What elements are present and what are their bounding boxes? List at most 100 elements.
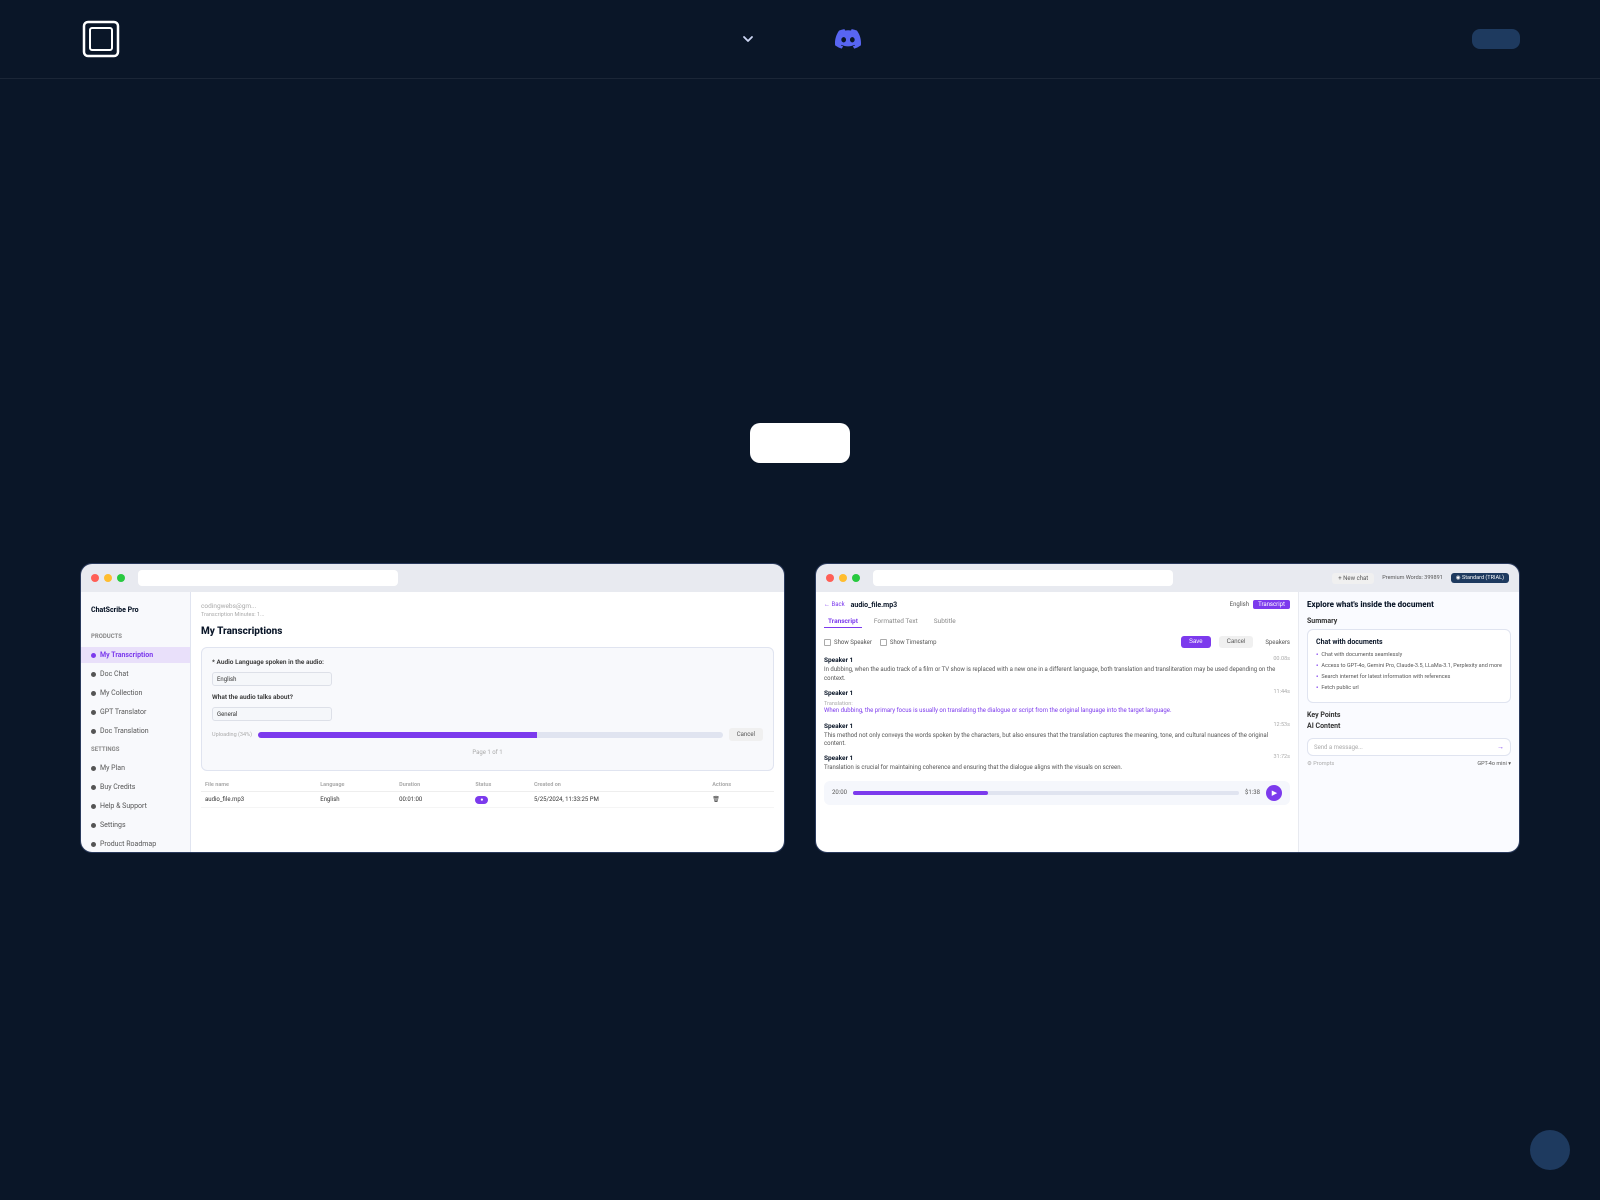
sim-topic-q: What the audio talks about? bbox=[212, 693, 763, 701]
sim-nav-settings: Settings bbox=[81, 817, 190, 833]
table-row: audio_file.mp3 English 00:01:00 ● 5/25/2… bbox=[201, 792, 774, 808]
hero-content bbox=[0, 79, 1600, 523]
discord-icon bbox=[835, 29, 861, 49]
min-dot bbox=[104, 574, 112, 582]
max-dot-2 bbox=[852, 574, 860, 582]
sim-chat-item-2: • Access to GPT-4o, Gemini Pro, Claude-3… bbox=[1316, 661, 1502, 672]
nav-discord[interactable] bbox=[835, 29, 869, 49]
sim-file-header: ← Back audio_file.mp3 English Transcript bbox=[824, 600, 1290, 609]
sim-speaker-text-4: Translation is crucial for maintaining c… bbox=[824, 764, 1290, 772]
sim-nav-plan: My Plan bbox=[81, 760, 190, 776]
sim-nav-roadmap: Product Roadmap bbox=[81, 836, 190, 852]
sim-upload-progress: Uploading (34%) Cancel bbox=[212, 728, 763, 741]
sim-key-points-label: Key Points bbox=[1307, 711, 1511, 719]
sim-play-btn: ▶ bbox=[1266, 785, 1282, 801]
screenshot-card-1: ChatScribe Pro Products My Transcription… bbox=[80, 563, 785, 871]
sim-chat-item-3: • Search internet for latest information… bbox=[1316, 672, 1502, 683]
sim-prompts-label: ⚙ Prompts bbox=[1307, 761, 1334, 767]
sim-nav-docchat: Doc Chat bbox=[81, 666, 190, 682]
sim-trans-right: Explore what's inside the document Summa… bbox=[1299, 592, 1519, 852]
hero-title bbox=[200, 159, 1400, 378]
nav-links bbox=[696, 29, 909, 49]
sim-model-select: GPT-4o mini ▾ bbox=[1477, 761, 1511, 767]
sim-ai-content-label: AI Content bbox=[1307, 722, 1511, 730]
sim-td-status: ● bbox=[471, 792, 530, 808]
logo-link[interactable] bbox=[80, 18, 132, 60]
max-dot bbox=[117, 574, 125, 582]
sim-td-filename: audio_file.mp3 bbox=[201, 792, 316, 808]
sim-td-language: English bbox=[316, 792, 395, 808]
sim-nav-gpt: GPT Translator bbox=[81, 704, 190, 720]
screenshots-grid: ChatScribe Pro Products My Transcription… bbox=[80, 563, 1520, 871]
sim-transcriptions-table: File name Language Duration Status Creat… bbox=[201, 779, 774, 808]
sim-model-name: GPT-4o mini ▾ bbox=[1477, 761, 1511, 767]
close-dot-2 bbox=[826, 574, 834, 582]
cta-button[interactable] bbox=[750, 423, 850, 463]
sim-tab-subtitle: Subtitle bbox=[930, 615, 960, 628]
sim-upload-form: * Audio Language spoken in the audio: En… bbox=[201, 647, 774, 771]
sim-nav-credits: Buy Credits bbox=[81, 779, 190, 795]
sim-col-status: Status bbox=[471, 779, 530, 792]
sim-chat-with-docs: Chat with documents bbox=[1316, 638, 1502, 646]
browser-bar-2: + New chat Premium Words: 399891 ◉ Stand… bbox=[816, 564, 1519, 592]
sim-filename-header: audio_file.mp3 bbox=[851, 601, 897, 609]
sim-transcript-tab-active: Transcript bbox=[1253, 600, 1290, 609]
sim-col-language: Language bbox=[316, 779, 395, 792]
sim-show-speaker: Show Speaker bbox=[824, 639, 872, 646]
navbar bbox=[0, 0, 1600, 79]
min-dot-2 bbox=[839, 574, 847, 582]
screenshot-frame-1: ChatScribe Pro Products My Transcription… bbox=[80, 563, 785, 853]
sim-sidebar-1: ChatScribe Pro Products My Transcription… bbox=[81, 592, 191, 852]
sim-time-total: $1:38 bbox=[1245, 789, 1260, 796]
sim-transcription-layout: ← Back audio_file.mp3 English Transcript… bbox=[816, 592, 1519, 852]
sim-controls-row: Show Speaker Show Timestamp Save Cancel … bbox=[824, 636, 1290, 648]
sim-page-indicator: Page 1 of 1 bbox=[212, 749, 763, 756]
signin-button[interactable] bbox=[1472, 29, 1520, 49]
sim-time-current: 20:00 bbox=[832, 789, 847, 796]
screenshot-card-2: + New chat Premium Words: 399891 ◉ Stand… bbox=[815, 563, 1520, 871]
sim-speaker-block-2: Speaker 1 11:44s Translation: When dubbi… bbox=[824, 689, 1290, 715]
sim-td-duration: 00:01:00 bbox=[395, 792, 471, 808]
sim-topic-form: General bbox=[212, 707, 763, 721]
sim-trans-left: ← Back audio_file.mp3 English Transcript… bbox=[816, 592, 1299, 852]
sim-lang-form: English bbox=[212, 672, 763, 686]
sim-td-actions: 🗑 bbox=[708, 792, 774, 808]
nav-features[interactable] bbox=[736, 32, 755, 46]
sim-panel-title: Explore what's inside the document bbox=[1307, 600, 1511, 609]
sim-col-created: Created on bbox=[530, 779, 708, 792]
sim-new-chat-btn: + New chat bbox=[1332, 573, 1374, 584]
sim-speaker-header-1: Speaker 1 00.08s bbox=[824, 656, 1290, 666]
sim-col-actions: Actions bbox=[708, 779, 774, 792]
sim-speaker-header-3: Speaker 1 12:53s bbox=[824, 722, 1290, 732]
sim-progress-bar bbox=[258, 732, 723, 738]
hero-section: const dotsContainer = document.querySele… bbox=[0, 79, 1600, 931]
sim-td-created: 5/25/2024, 11:33:25 PM bbox=[530, 792, 708, 808]
sim-section-products: Products bbox=[81, 629, 190, 644]
sim-nav-help: Help & Support bbox=[81, 798, 190, 814]
sim-section-settings: Settings bbox=[81, 742, 190, 757]
sim-speaker-block-1: Speaker 1 00.08s In dubbing, when the au… bbox=[824, 656, 1290, 683]
sim-plan-badge: ◉ Standard (TRIAL) bbox=[1451, 573, 1509, 583]
sim-audio-player: 20:00 $1:38 ▶ bbox=[824, 781, 1290, 805]
sim-timeline-fill bbox=[853, 791, 988, 795]
sim-timeline bbox=[853, 791, 1239, 795]
sim-nav-transcription: My Transcription bbox=[81, 647, 190, 663]
sim-nav-collection: My Collection bbox=[81, 685, 190, 701]
sim-trans-text-2: When dubbing, the primary focus is usual… bbox=[824, 707, 1290, 715]
sim-progress-fill bbox=[258, 732, 537, 738]
sim-nav-doctrans: Doc Translation bbox=[81, 723, 190, 739]
sim-speaker-block-3: Speaker 1 12:53s This method not only co… bbox=[824, 722, 1290, 749]
sim-chat-item-4: • Fetch public url bbox=[1316, 683, 1502, 694]
sim-cancel-btn: Cancel bbox=[729, 728, 763, 741]
sim-msg-input: Send a message... → bbox=[1307, 738, 1511, 756]
sim-transcription-minutes: Transcription Minutes: 1... bbox=[201, 612, 264, 618]
sim-logo: ChatScribe Pro bbox=[81, 600, 190, 620]
sim-lang-select: English bbox=[212, 672, 332, 686]
sim-save-btn: Save bbox=[1181, 636, 1211, 648]
screenshots-section: ChatScribe Pro Products My Transcription… bbox=[0, 523, 1600, 931]
sim-btn-row: Cancel bbox=[729, 728, 763, 741]
sim-speakers-label: Speakers bbox=[1265, 639, 1290, 646]
sim-speaker-header-2: Speaker 1 11:44s bbox=[824, 689, 1290, 699]
scroll-top-button[interactable] bbox=[1530, 1130, 1570, 1170]
sim-main-1: codingwebs@gm... Transcription Minutes: … bbox=[191, 592, 784, 852]
